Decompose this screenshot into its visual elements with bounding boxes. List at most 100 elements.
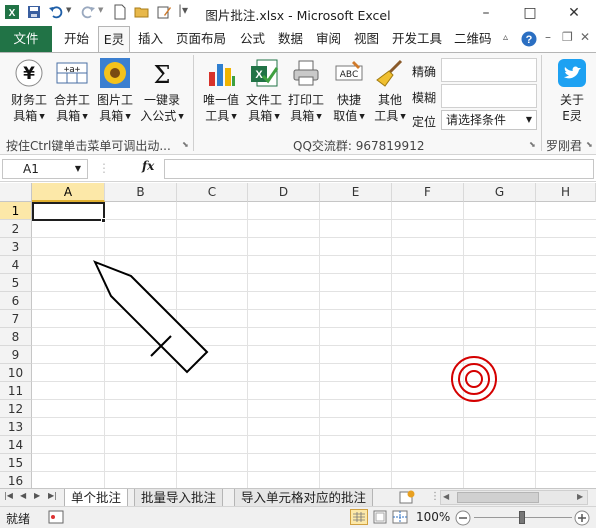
zoom-slider-thumb[interactable] (519, 511, 525, 524)
tab-eling[interactable]: E灵 (98, 26, 130, 53)
other-tools-button[interactable]: 其他 工具 ▼ (368, 57, 412, 125)
worksheet-grid[interactable]: A B C D E F G H 1 2 3 4 5 6 7 8 9 10 11 … (0, 183, 596, 488)
row-header-15[interactable]: 15 (0, 454, 32, 472)
column-header-a[interactable]: A (32, 183, 105, 202)
exact-search-input[interactable] (441, 58, 537, 82)
scroll-right-icon[interactable]: ▶ (577, 492, 583, 501)
tab-insert[interactable]: 插入 (136, 26, 165, 52)
prev-sheet-icon[interactable]: ◀ (20, 491, 26, 500)
file-toolbox-button[interactable]: X 文件工 具箱 ▼ (242, 57, 286, 125)
row-header-14[interactable]: 14 (0, 436, 32, 454)
zoom-in-icon[interactable] (574, 510, 590, 526)
row-header-11[interactable]: 11 (0, 382, 32, 400)
close-button[interactable]: ✕ (552, 0, 596, 26)
customize-qat-icon[interactable]: |▾ (178, 3, 188, 17)
row-header-3[interactable]: 3 (0, 238, 32, 256)
sheet-tab-batch-import[interactable]: 批量导入批注 (134, 489, 224, 507)
zoom-level[interactable]: 100% (416, 510, 450, 524)
sheet-tab-single-comment[interactable]: 单个批注 (64, 489, 129, 507)
unique-value-tool-button[interactable]: 唯一值 工具 ▼ (199, 57, 243, 125)
fill-handle[interactable] (101, 218, 106, 223)
about-eling-button[interactable]: 关于 E灵 (550, 57, 594, 124)
zoom-out-icon[interactable] (455, 510, 471, 526)
select-all-corner[interactable] (0, 183, 32, 202)
fuzzy-search-input[interactable] (441, 84, 537, 108)
help-icon[interactable]: ? (521, 31, 537, 47)
column-header-c[interactable]: C (177, 183, 248, 202)
tab-split-handle[interactable]: ⋮ (430, 491, 440, 504)
pencil-shape[interactable] (92, 259, 212, 375)
first-sheet-icon[interactable]: |◀ (4, 491, 13, 500)
row-header-7[interactable]: 7 (0, 310, 32, 328)
open-folder-icon[interactable] (134, 4, 150, 20)
redo-dropdown-icon[interactable]: ▼ (98, 6, 103, 14)
dialog-launcher-icon[interactable]: ⬊ (529, 140, 536, 149)
row-header-2[interactable]: 2 (0, 220, 32, 238)
tab-data[interactable]: 数据 (276, 26, 305, 52)
last-sheet-icon[interactable]: ▶| (48, 491, 57, 500)
row-header-6[interactable]: 6 (0, 292, 32, 310)
tab-formulas[interactable]: 公式 (238, 26, 267, 52)
row-header-9[interactable]: 9 (0, 346, 32, 364)
column-header-e[interactable]: E (320, 183, 392, 202)
horizontal-scroll-thumb[interactable] (457, 492, 539, 503)
next-sheet-icon[interactable]: ▶ (34, 491, 40, 500)
row-header-8[interactable]: 8 (0, 328, 32, 346)
edit-icon[interactable] (156, 4, 172, 20)
tab-page-layout[interactable]: 页面布局 (174, 26, 228, 52)
row-header-16[interactable]: 16 (0, 472, 32, 488)
print-toolbox-button[interactable]: 打印工 具箱 ▼ (284, 57, 328, 125)
merge-toolbox-button[interactable]: +a+ 合并工 具箱 ▼ (50, 57, 94, 125)
finance-toolbox-button[interactable]: ¥ 财务工 具箱 ▼ (7, 57, 51, 125)
formula-bar: A1 ▼ ⋮ fx (0, 156, 596, 182)
formula-input[interactable] (164, 159, 594, 179)
undo-dropdown-icon[interactable]: ▼ (66, 6, 71, 14)
workbook-restore-icon[interactable]: ❐ (562, 30, 573, 44)
target-shape[interactable] (448, 353, 500, 405)
tab-review[interactable]: 审阅 (314, 26, 343, 52)
page-break-view-icon[interactable] (392, 510, 408, 524)
row-header-1[interactable]: 1 (0, 202, 32, 220)
horizontal-scrollbar[interactable]: ◀ ▶ (440, 490, 588, 505)
row-header-5[interactable]: 5 (0, 274, 32, 292)
insert-sheet-icon[interactable] (398, 490, 416, 505)
one-click-formula-button[interactable]: Σ 一键录 入公式 ▼ (137, 57, 187, 125)
redo-icon[interactable] (80, 4, 96, 20)
active-cell-a1[interactable] (32, 202, 105, 221)
maximize-button[interactable]: □ (508, 0, 552, 26)
minimize-ribbon-icon[interactable]: ▵ (503, 32, 508, 43)
undo-icon[interactable] (48, 4, 64, 20)
macro-record-icon[interactable] (48, 510, 64, 524)
workbook-minimize-icon[interactable]: – (545, 30, 551, 44)
sheet-tab-import-cell-comments[interactable]: 导入单元格对应的批注 (234, 489, 374, 507)
condition-select[interactable]: 请选择条件 ▼ (441, 110, 537, 130)
scroll-left-icon[interactable]: ◀ (443, 492, 449, 501)
new-document-icon[interactable] (112, 4, 128, 20)
chevron-down-icon: ▼ (272, 112, 280, 121)
minimize-button[interactable]: – (464, 0, 508, 26)
tab-view[interactable]: 视图 (352, 26, 381, 52)
name-box[interactable]: A1 ▼ (2, 159, 88, 179)
workbook-close-icon[interactable]: ✕ (580, 30, 590, 44)
page-layout-view-icon[interactable] (372, 510, 388, 524)
tab-home[interactable]: 开始 (62, 26, 91, 52)
dialog-launcher-icon[interactable]: ⬊ (586, 140, 593, 149)
column-header-h[interactable]: H (536, 183, 596, 202)
insert-function-button[interactable]: fx (142, 159, 154, 173)
column-header-d[interactable]: D (248, 183, 320, 202)
tab-qrcode[interactable]: 二维码 (452, 26, 494, 52)
row-header-4[interactable]: 4 (0, 256, 32, 274)
column-header-b[interactable]: B (105, 183, 177, 202)
quick-value-button[interactable]: ABC 快捷 取值 ▼ (327, 57, 371, 125)
image-toolbox-button[interactable]: 图片工 具箱 ▼ (93, 57, 137, 125)
row-header-12[interactable]: 12 (0, 400, 32, 418)
row-header-13[interactable]: 13 (0, 418, 32, 436)
dialog-launcher-icon[interactable]: ⬊ (182, 140, 189, 149)
column-header-g[interactable]: G (464, 183, 536, 202)
save-icon[interactable] (26, 4, 42, 20)
column-header-f[interactable]: F (392, 183, 464, 202)
row-header-10[interactable]: 10 (0, 364, 32, 382)
normal-view-icon[interactable] (350, 509, 368, 525)
tab-file[interactable]: 文件 (0, 26, 52, 52)
tab-developer[interactable]: 开发工具 (390, 26, 444, 52)
